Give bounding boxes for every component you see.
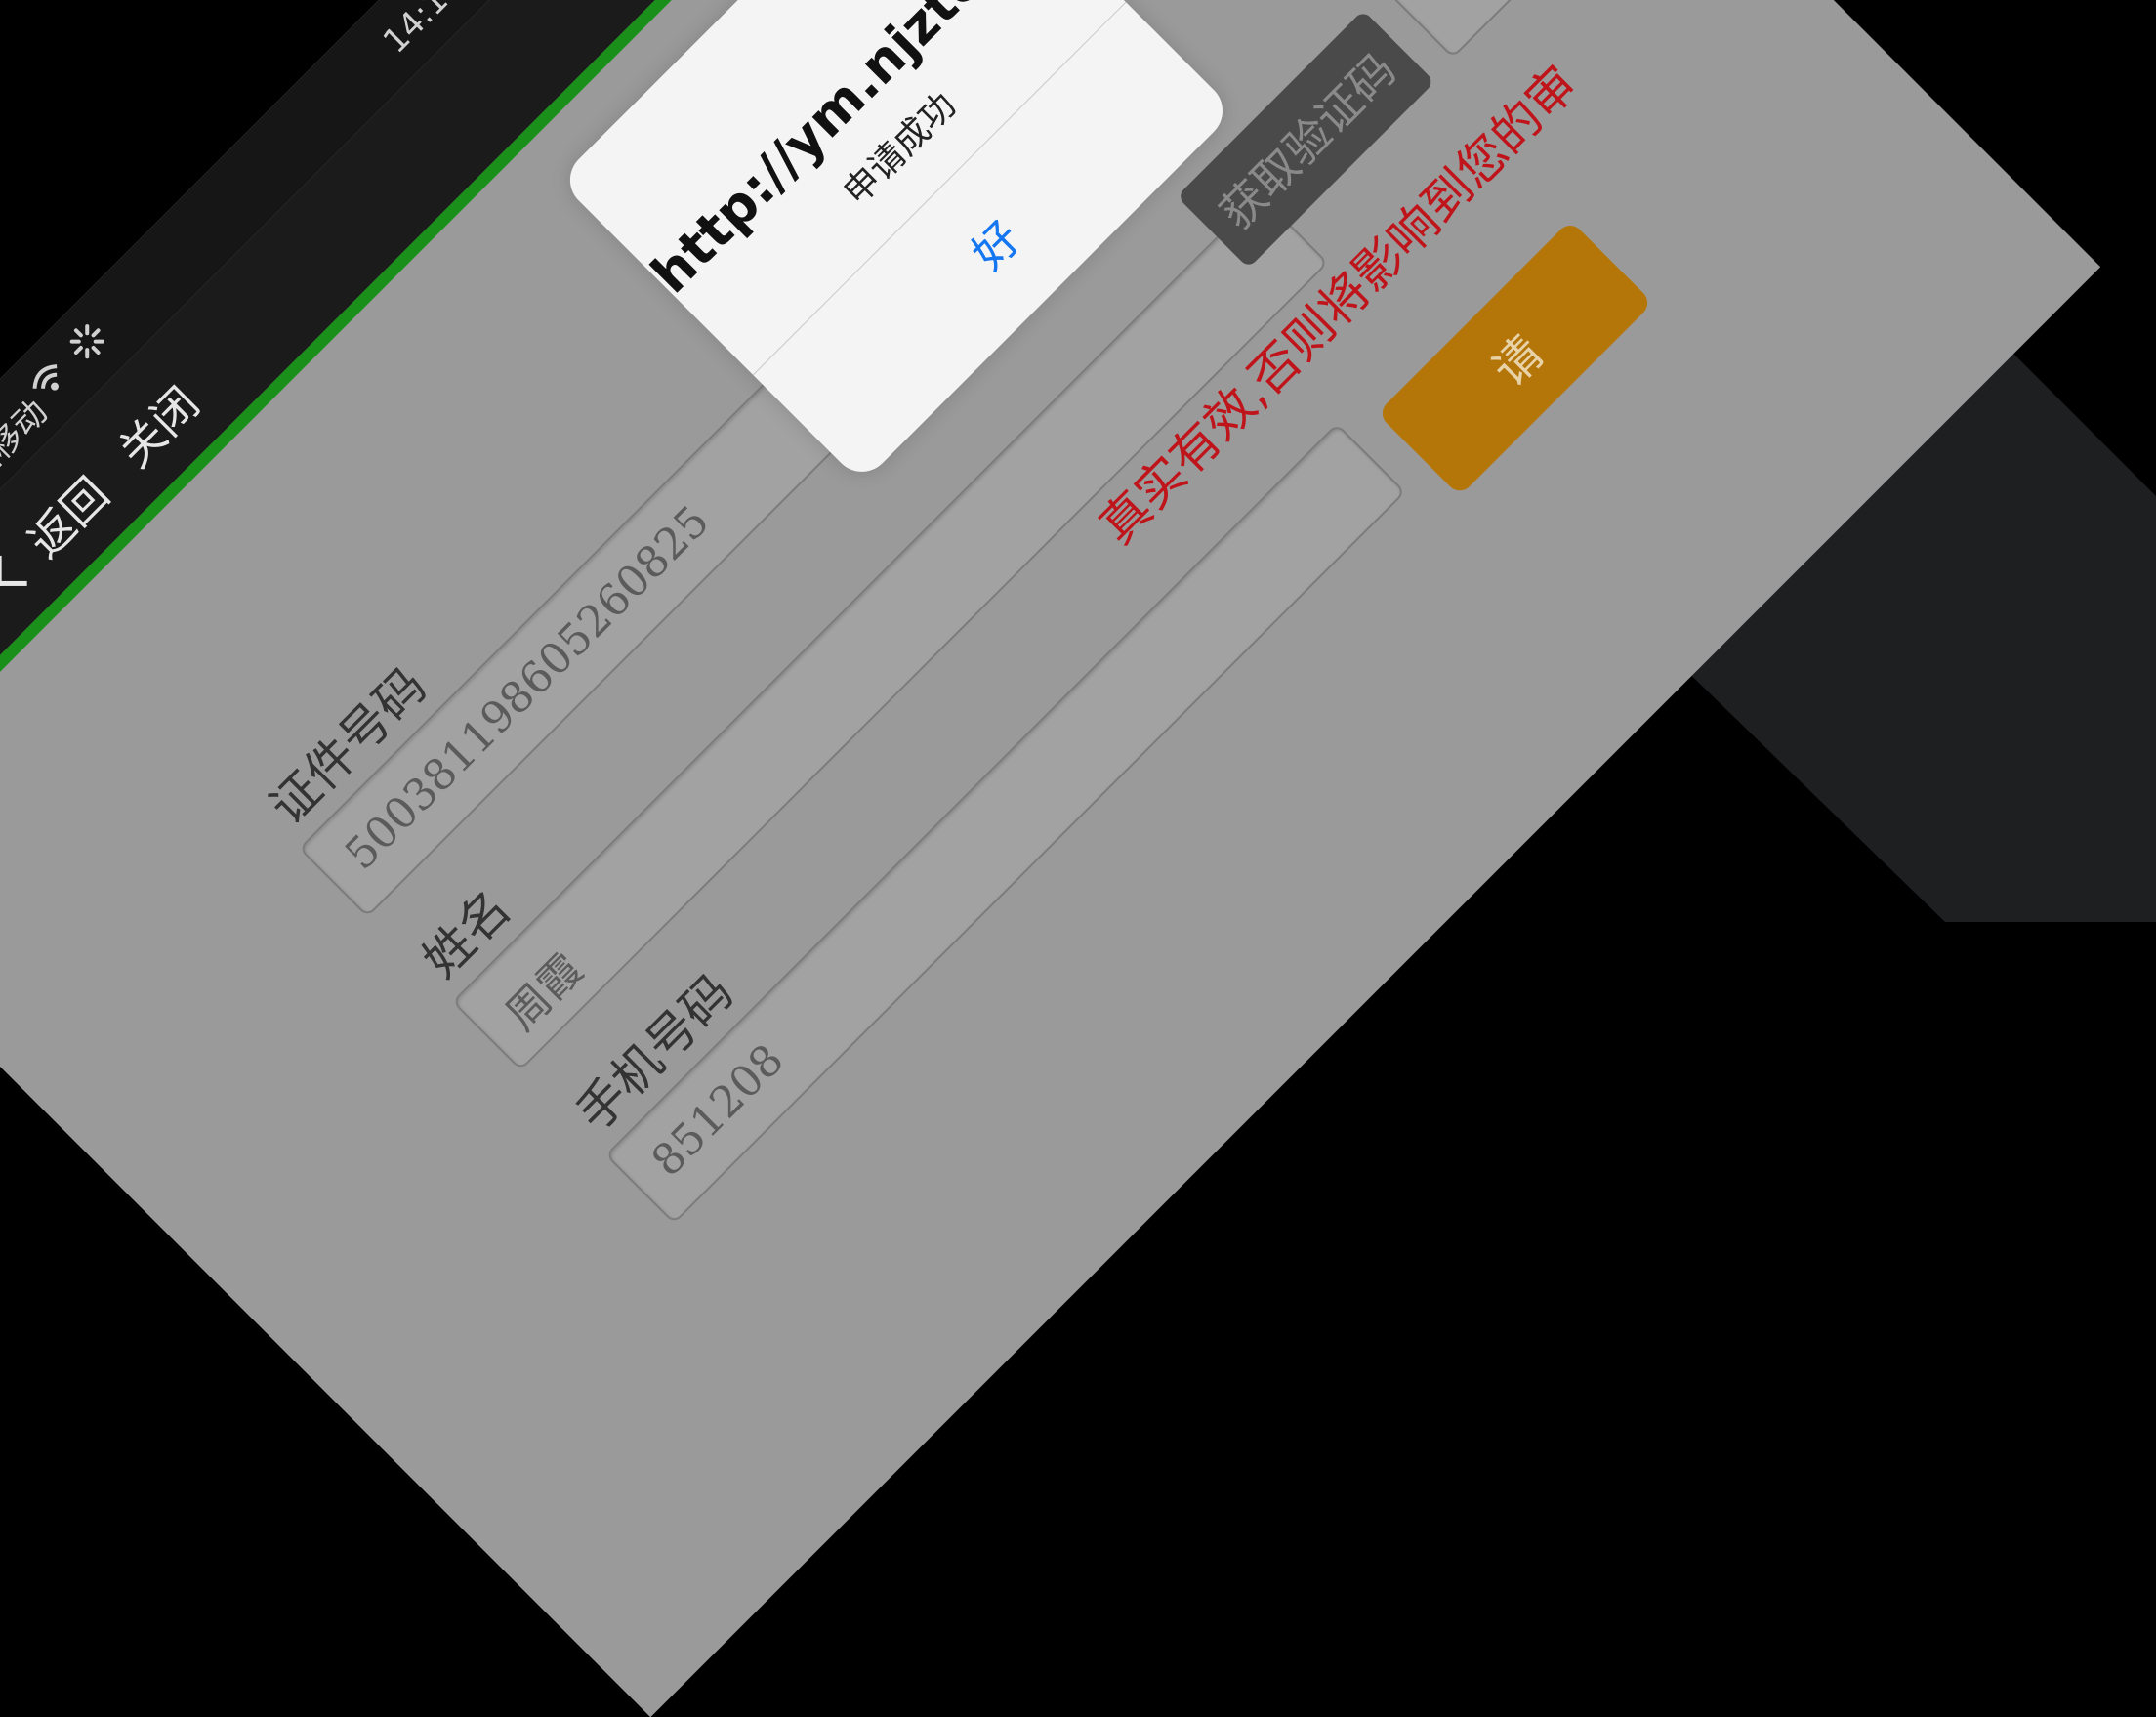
verification-code-field[interactable]	[1384, 0, 1633, 59]
back-button[interactable]: 返回	[0, 461, 121, 604]
chevron-left-icon	[0, 555, 27, 586]
phone-screen: 中国移动 14:10 返回 关闭 证件号码 500381198605260825…	[0, 0, 2101, 1717]
spinner-icon	[69, 324, 104, 359]
